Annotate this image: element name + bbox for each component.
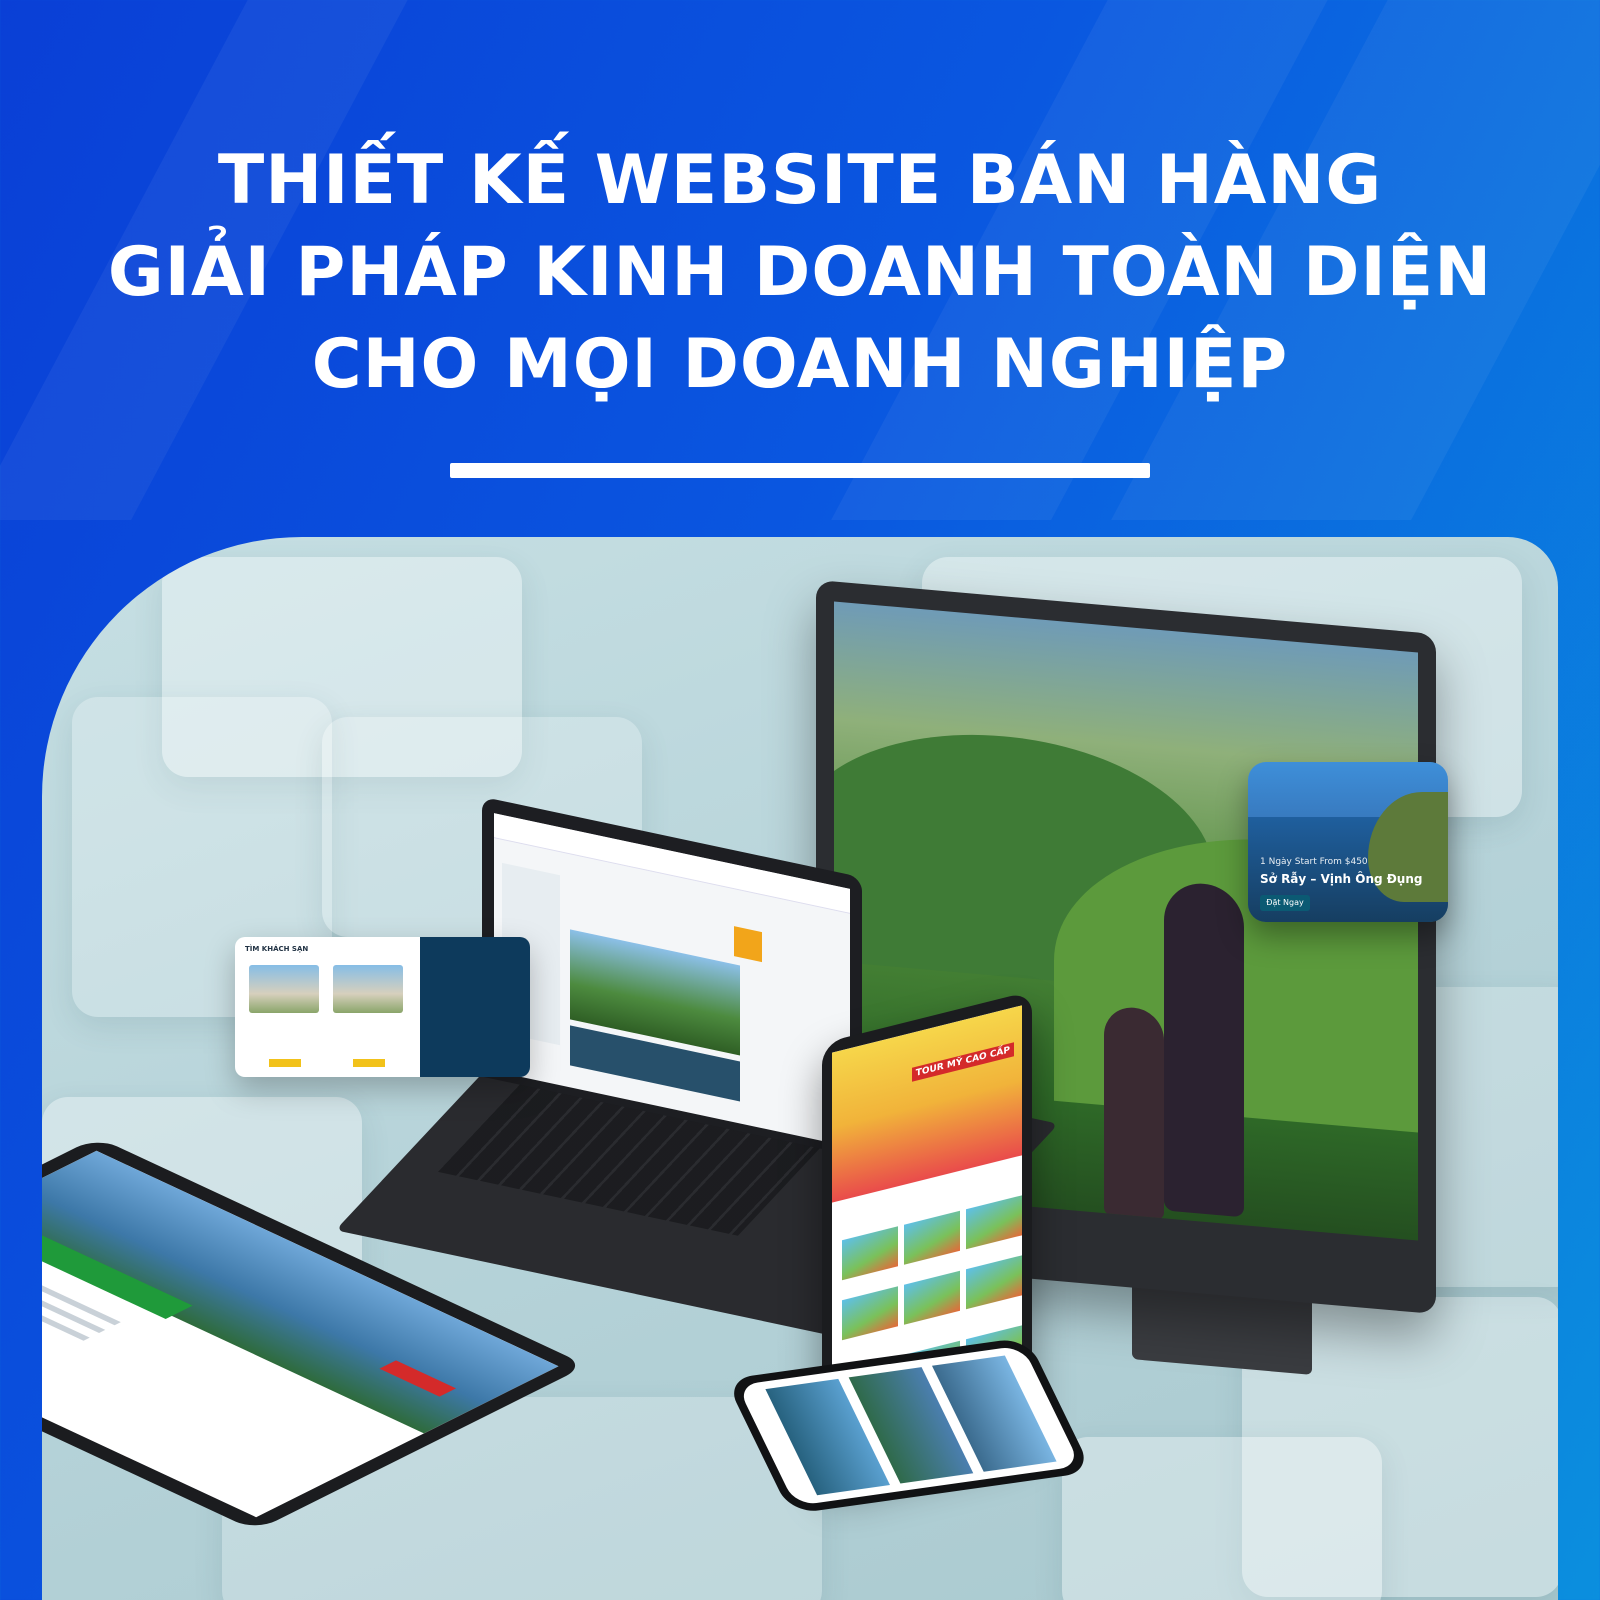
- smartphone: [725, 1337, 1093, 1515]
- hotel-image: [333, 965, 403, 1013]
- hotel-card-caption: TÌM KHÁCH SẠN: [245, 945, 309, 953]
- woman-figure: [1164, 880, 1244, 1218]
- book-now-button[interactable]: Đặt Ngay: [1260, 895, 1310, 911]
- hotel-select-button[interactable]: [269, 1059, 301, 1067]
- child-figure: [1104, 1005, 1164, 1221]
- tour-card[interactable]: 1 Ngày Start From $450 Sở Rẫy – Vịnh Ông…: [1248, 762, 1448, 922]
- tour-tile[interactable]: [842, 1286, 898, 1341]
- tour-tile[interactable]: [842, 1226, 898, 1281]
- headline: THIẾT KẾ WEBSITE BÁN HÀNG GIẢI PHÁP KINH…: [0, 135, 1600, 411]
- hotel-search-card[interactable]: TÌM KHÁCH SẠN: [235, 937, 530, 1077]
- tour-tile[interactable]: [966, 1195, 1022, 1250]
- hotel-image: [249, 965, 319, 1013]
- tour-tile[interactable]: [966, 1255, 1022, 1310]
- tour-title: Sở Rẫy – Vịnh Ông Đụng: [1260, 872, 1423, 886]
- headline-underline: [450, 463, 1150, 478]
- headline-line-2: GIẢI PHÁP KINH DOANH TOÀN DIỆN: [107, 233, 1493, 312]
- laptop-site-badge: [734, 926, 762, 963]
- hotel-booking-panel: [420, 937, 530, 1077]
- tour-subtitle: 1 Ngày Start From $450: [1260, 857, 1368, 867]
- ghost-page: [1062, 1437, 1382, 1600]
- headline-line-3: CHO MỌI DOANH NGHIỆP: [311, 325, 1289, 404]
- phone-screen: [736, 1345, 1081, 1506]
- tour-tile[interactable]: [904, 1270, 960, 1325]
- tour-tile[interactable]: [904, 1210, 960, 1265]
- headline-line-1: THIẾT KẾ WEBSITE BÁN HÀNG: [217, 141, 1383, 220]
- device-showcase: 1 Ngày Start From $450 Sở Rẫy – Vịnh Ông…: [42, 537, 1558, 1600]
- hotel-select-button[interactable]: [353, 1059, 385, 1067]
- tour-banner: [832, 1005, 1022, 1203]
